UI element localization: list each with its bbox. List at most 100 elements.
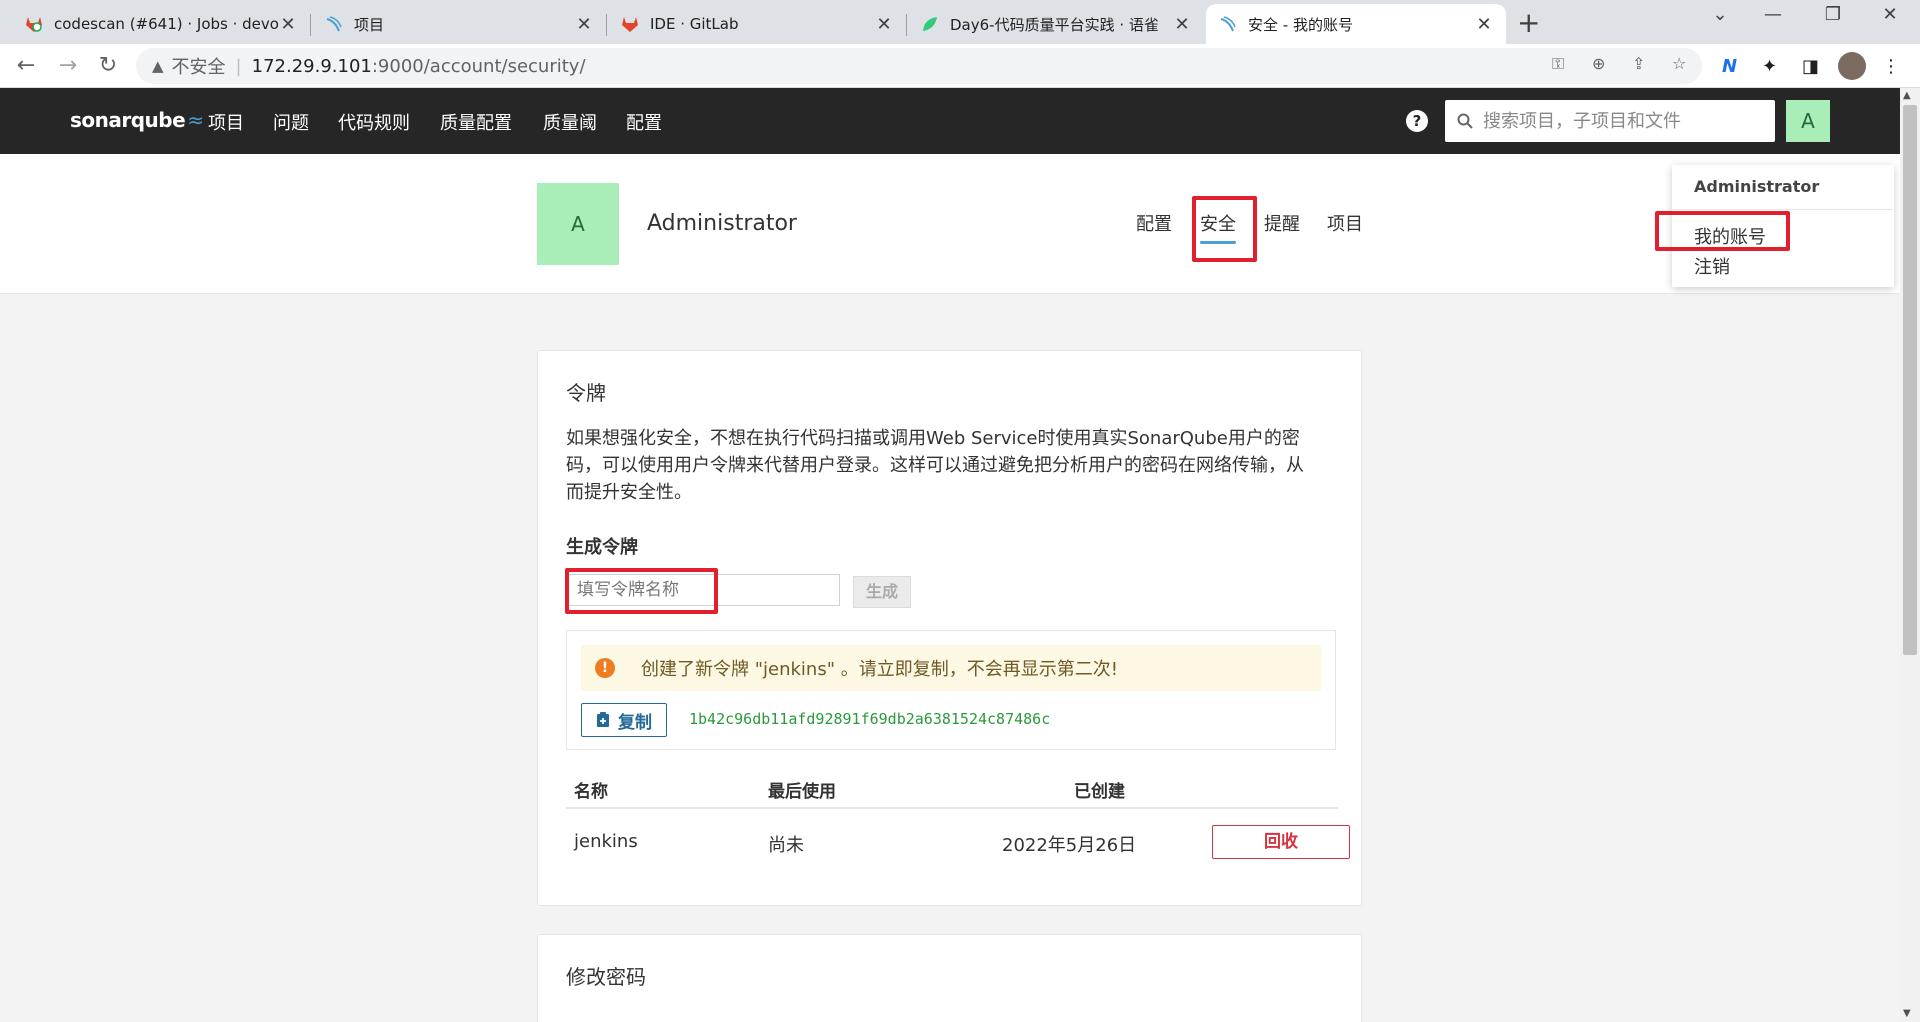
share-icon[interactable]: ⇪ xyxy=(1632,54,1645,73)
key-icon[interactable]: ⚿ xyxy=(1552,54,1564,74)
revoke-button[interactable]: 回收 xyxy=(1212,825,1350,859)
browser-tab-security[interactable]: 安全 - 我的账号 ✕ xyxy=(1206,4,1506,44)
help-icon[interactable]: ? xyxy=(1406,110,1428,132)
minimize-icon[interactable]: — xyxy=(1753,4,1793,25)
nav-projects[interactable]: 项目 xyxy=(208,109,244,135)
logo-text: sonarqube xyxy=(70,108,186,132)
scroll-down-arrow-icon[interactable]: ▼ xyxy=(1903,1008,1911,1019)
sonar-wave-icon: ≈ xyxy=(187,108,204,132)
tab-title: codescan (#641) · Jobs · devop xyxy=(54,15,278,33)
alert-text: 创建了新令牌 "jenkins" 。请立即复制，不会再显示第二次! xyxy=(641,659,1118,680)
profile-avatar-icon[interactable] xyxy=(1838,52,1866,80)
close-icon[interactable]: ✕ xyxy=(1474,14,1494,35)
page-scrollbar-thumb[interactable] xyxy=(1903,105,1917,655)
dropdown-divider xyxy=(1672,209,1894,210)
tab-divider xyxy=(606,14,607,36)
new-token-panel: ! 创建了新令牌 "jenkins" 。请立即复制，不会再显示第二次! 复制 1… xyxy=(566,630,1336,750)
copy-label: 复制 xyxy=(618,712,652,733)
close-icon[interactable]: ✕ xyxy=(278,14,298,35)
highlight-box-token-input xyxy=(565,568,718,614)
browser-tab-projects[interactable]: 项目 ✕ xyxy=(312,4,606,44)
tab-title: 安全 - 我的账号 xyxy=(1248,15,1353,34)
forward-arrow-icon[interactable]: → xyxy=(54,52,82,80)
new-token-alert: ! 创建了新令牌 "jenkins" 。请立即复制，不会再显示第二次! xyxy=(581,645,1321,691)
browser-tab-gitlab-ide[interactable]: IDE · GitLab ✕ xyxy=(608,4,906,44)
tokens-table-header: 名称 最后使用 已创建 xyxy=(566,769,1338,809)
user-avatar-button[interactable]: A xyxy=(1786,100,1830,142)
url-path: :9000/account/security/ xyxy=(371,55,586,77)
tab-profile[interactable]: 配置 xyxy=(1136,210,1172,236)
global-search[interactable] xyxy=(1445,100,1775,142)
nav-rules[interactable]: 代码规则 xyxy=(338,109,410,135)
generate-button[interactable]: 生成 xyxy=(853,576,911,608)
nav-administration[interactable]: 配置 xyxy=(626,109,662,135)
browser-tab-yuque[interactable]: Day6-代码质量平台实践 · 语雀 ✕ xyxy=(908,4,1204,44)
avatar: A xyxy=(537,183,619,265)
browser-tab-codescan[interactable]: codescan (#641) · Jobs · devop ✕ xyxy=(12,4,310,44)
highlight-box-security-tab xyxy=(1192,196,1257,262)
puzzle-extensions-icon[interactable]: ✦ xyxy=(1762,56,1777,77)
generate-token-heading: 生成令牌 xyxy=(566,537,638,558)
tokens-card: 令牌 如果想强化安全，不想在执行代码扫描或调用Web Service时使用真实S… xyxy=(537,350,1362,906)
gitlab-fox-icon xyxy=(620,14,640,34)
tab-notifications[interactable]: 提醒 xyxy=(1264,210,1300,236)
tab-search-chevron-icon[interactable]: ⌄ xyxy=(1700,4,1740,25)
table-row: jenkins 尚未 2022年5月26日 回收 xyxy=(566,811,1350,875)
tokens-title: 令牌 xyxy=(566,381,606,405)
warning-exclamation-icon: ! xyxy=(595,658,615,678)
change-password-card: 修改密码 xyxy=(537,934,1362,1022)
copy-button[interactable]: 复制 xyxy=(581,703,667,737)
new-tab-icon[interactable]: + xyxy=(1517,6,1540,39)
menu-item-logout[interactable]: 注销 xyxy=(1694,253,1730,279)
search-icon xyxy=(1457,113,1473,129)
nav-quality-gates[interactable]: 质量阈 xyxy=(543,109,597,135)
restore-icon[interactable]: ❐ xyxy=(1813,4,1853,25)
sonarqube-logo[interactable]: sonarqube ≈ xyxy=(70,108,204,132)
tab-divider xyxy=(906,14,907,36)
extension-n-icon[interactable]: N xyxy=(1722,56,1737,77)
gitlab-fox-icon xyxy=(24,14,44,34)
token-created-cell: 2022年5月26日 xyxy=(1002,835,1137,856)
reload-icon[interactable]: ↻ xyxy=(94,52,122,80)
nav-quality-profiles[interactable]: 质量配置 xyxy=(440,109,512,135)
window-close-icon[interactable]: ✕ xyxy=(1870,4,1910,25)
sonarqube-wave-icon xyxy=(324,14,344,34)
close-icon[interactable]: ✕ xyxy=(1172,14,1192,35)
zoom-icon[interactable]: ⊕ xyxy=(1592,54,1605,73)
nav-issues[interactable]: 问题 xyxy=(273,109,309,135)
clipboard-icon xyxy=(597,712,609,727)
warning-triangle-icon: ▲ xyxy=(152,57,164,75)
back-arrow-icon[interactable]: ← xyxy=(12,52,40,80)
account-header: A Administrator 配置 安全 提醒 项目 xyxy=(0,154,1900,294)
column-created: 已创建 xyxy=(1074,782,1125,802)
tab-title: IDE · GitLab xyxy=(650,15,739,33)
tab-title: Day6-代码质量平台实践 · 语雀 xyxy=(950,15,1159,34)
tokens-description: 如果想强化安全，不想在执行代码扫描或调用Web Service时使用真实Sona… xyxy=(566,428,1304,503)
dropdown-user-name: Administrator xyxy=(1694,177,1820,196)
browser-toolbar: ← → ↻ ▲ 不安全 | 172.29.9.101 :9000/account… xyxy=(0,44,1920,88)
insecure-label: 不安全 xyxy=(171,57,226,78)
side-panel-icon[interactable]: ◨ xyxy=(1802,56,1819,77)
url-host: 172.29.9.101 xyxy=(251,55,372,77)
sonar-navbar: sonarqube≈ 项目 问题 代码规则 质量配置 质量阈 配置 ? A xyxy=(0,88,1900,154)
sonarqube-wave-icon xyxy=(1218,14,1238,34)
address-divider: | xyxy=(235,55,242,77)
close-icon[interactable]: ✕ xyxy=(874,14,894,35)
token-name-cell: jenkins xyxy=(574,831,638,852)
more-vertical-icon[interactable]: ⋮ xyxy=(1882,56,1900,77)
bookmark-star-icon[interactable]: ☆ xyxy=(1672,54,1686,73)
tab-title: 项目 xyxy=(354,15,385,34)
account-name: Administrator xyxy=(647,211,797,236)
column-name: 名称 xyxy=(574,782,608,802)
change-password-title: 修改密码 xyxy=(566,965,646,989)
tab-projects[interactable]: 项目 xyxy=(1327,210,1363,236)
token-value[interactable]: 1b42c96db11afd92891f69db2a6381524c87486c xyxy=(689,710,1050,728)
close-icon[interactable]: ✕ xyxy=(574,14,594,35)
highlight-box-my-account xyxy=(1655,211,1790,251)
tab-divider xyxy=(310,14,311,36)
address-bar[interactable]: ▲ 不安全 | 172.29.9.101 :9000/account/secur… xyxy=(136,48,1702,84)
scroll-up-arrow-icon[interactable]: ▲ xyxy=(1903,90,1911,101)
yuque-leaf-icon xyxy=(920,14,940,34)
column-last-used: 最后使用 xyxy=(768,782,836,802)
search-input[interactable] xyxy=(1483,110,1763,132)
